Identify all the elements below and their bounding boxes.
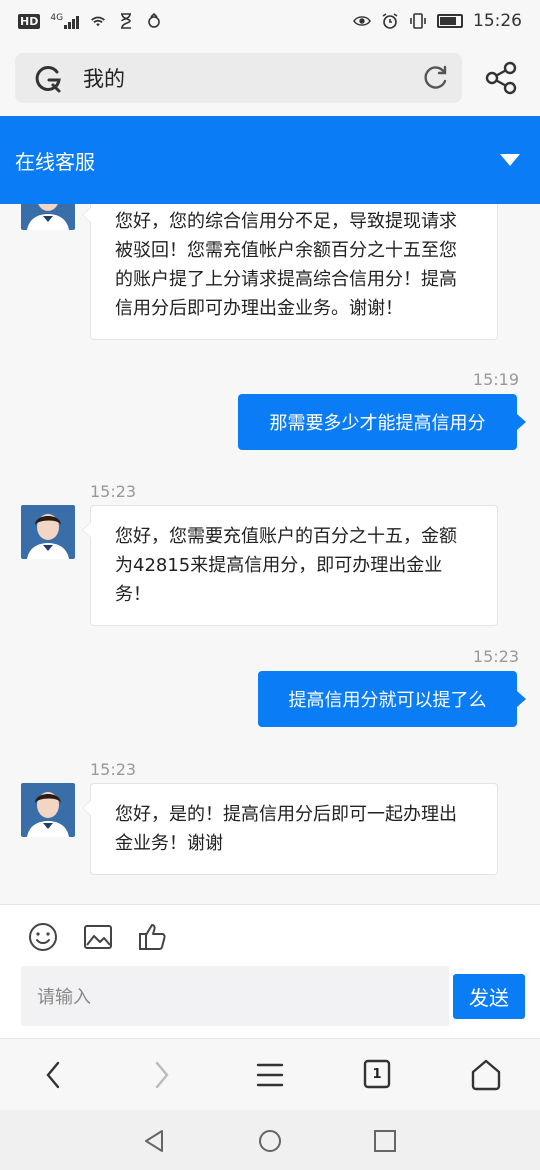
forward-icon[interactable]	[143, 1057, 179, 1093]
emoji-icon[interactable]	[27, 921, 59, 953]
address-bar[interactable]: 我的	[15, 53, 462, 103]
agent-avatar	[21, 204, 75, 230]
battery-icon	[437, 14, 463, 28]
message-bubble-agent: 您好，您的综合信用分不足，导致提现请求被驳回！您需充值帐户余额百分之十五至您的账…	[82, 204, 498, 340]
back-icon[interactable]	[36, 1057, 72, 1093]
status-right: 15:26	[353, 11, 522, 31]
menu-icon[interactable]	[252, 1057, 288, 1093]
app-icon	[148, 13, 160, 28]
message-text: 您好，您的综合信用分不足，导致提现请求被驳回！您需充值帐户余额百分之十五至您的账…	[115, 211, 457, 319]
message-bubble-agent: 您好，您需要充值账户的百分之十五，金额为42815来提高信用分，即可办理出金业务…	[82, 505, 498, 626]
share-icon[interactable]	[484, 60, 518, 96]
thumbs-up-icon[interactable]	[137, 921, 169, 953]
system-home-icon[interactable]	[257, 1128, 283, 1154]
agent-avatar	[21, 783, 75, 837]
system-recents-icon[interactable]	[372, 1128, 398, 1154]
image-icon[interactable]	[82, 921, 114, 953]
message-input-placeholder: 请输入	[37, 987, 91, 1008]
send-button-label: 发送	[469, 986, 509, 1010]
eye-icon	[353, 16, 371, 26]
message-text: 提高信用分就可以提了么	[288, 690, 487, 711]
message-text: 您好，是的！提高信用分后即可一起办理出金业务！谢谢	[115, 804, 457, 854]
message-input[interactable]: 请输入	[21, 966, 449, 1026]
home-icon[interactable]	[468, 1057, 504, 1093]
chat-input-area: 请输入 发送	[0, 904, 540, 1038]
signal-4g-icon: 4G	[50, 13, 80, 29]
chat-messages[interactable]: 您好，您的综合信用分不足，导致提现请求被驳回！您需充值帐户余额百分之十五至您的账…	[0, 204, 540, 904]
status-bar: HD 4G 15:26	[0, 0, 540, 42]
collapse-chevron-icon[interactable]	[500, 154, 520, 166]
vibrate-icon	[410, 13, 426, 29]
message-timestamp: 15:23	[472, 647, 519, 666]
system-back-icon[interactable]	[142, 1128, 168, 1154]
message-text: 那需要多少才能提高信用分	[269, 413, 486, 434]
message-bubble-agent: 您好，是的！提高信用分后即可一起办理出金业务！谢谢	[82, 783, 498, 875]
system-nav-bar	[0, 1110, 540, 1170]
chat-header: 在线客服	[0, 116, 540, 204]
network-label: 4G	[50, 13, 64, 23]
alarm-icon	[382, 13, 398, 29]
tab-count: 1	[372, 1066, 382, 1082]
message-bubble-user: 那需要多少才能提高信用分	[238, 394, 526, 450]
address-text[interactable]: 我的	[83, 63, 125, 93]
status-left: HD 4G	[18, 13, 163, 29]
message-bubble-user: 提高信用分就可以提了么	[258, 671, 526, 727]
send-button[interactable]: 发送	[453, 974, 525, 1019]
message-timestamp: 15:23	[90, 482, 137, 501]
clock: 15:26	[473, 11, 522, 31]
browser-address-row: 我的	[0, 42, 540, 116]
agent-avatar	[21, 505, 75, 559]
wifi-icon	[91, 16, 105, 27]
browser-nav-bar: 1	[0, 1038, 540, 1110]
header-title: 在线客服	[15, 149, 95, 174]
tabs-button[interactable]: 1	[360, 1057, 396, 1093]
message-timestamp: 15:19	[472, 370, 519, 389]
message-timestamp: 15:23	[90, 760, 137, 779]
message-text: 您好，您需要充值账户的百分之十五，金额为42815来提高信用分，即可办理出金业务…	[115, 526, 457, 605]
hd-icon: HD	[18, 13, 41, 29]
hourglass-icon	[121, 13, 132, 29]
refresh-icon[interactable]	[420, 63, 450, 93]
search-engine-icon[interactable]	[31, 61, 65, 95]
